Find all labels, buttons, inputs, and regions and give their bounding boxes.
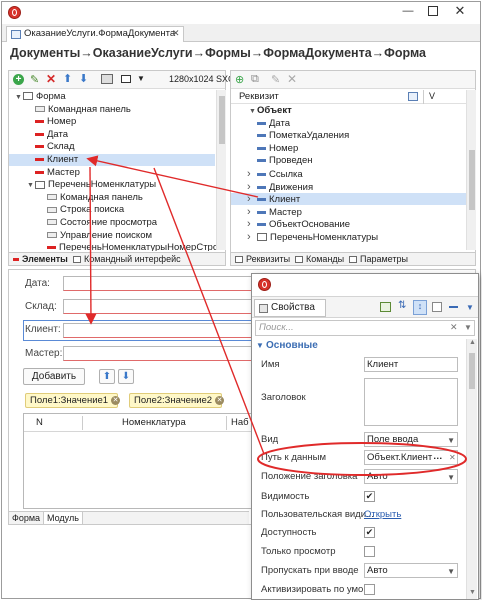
arrow-element-to-properties	[153, 167, 265, 455]
designer-window: — ✕ ОказаниеУслуги.ФормаДокумента ✕ Доку…	[1, 1, 481, 600]
arrow-element-to-preview	[85, 166, 97, 325]
annotation-arrows	[85, 155, 265, 455]
arrow-attribute-to-element	[86, 155, 259, 198]
